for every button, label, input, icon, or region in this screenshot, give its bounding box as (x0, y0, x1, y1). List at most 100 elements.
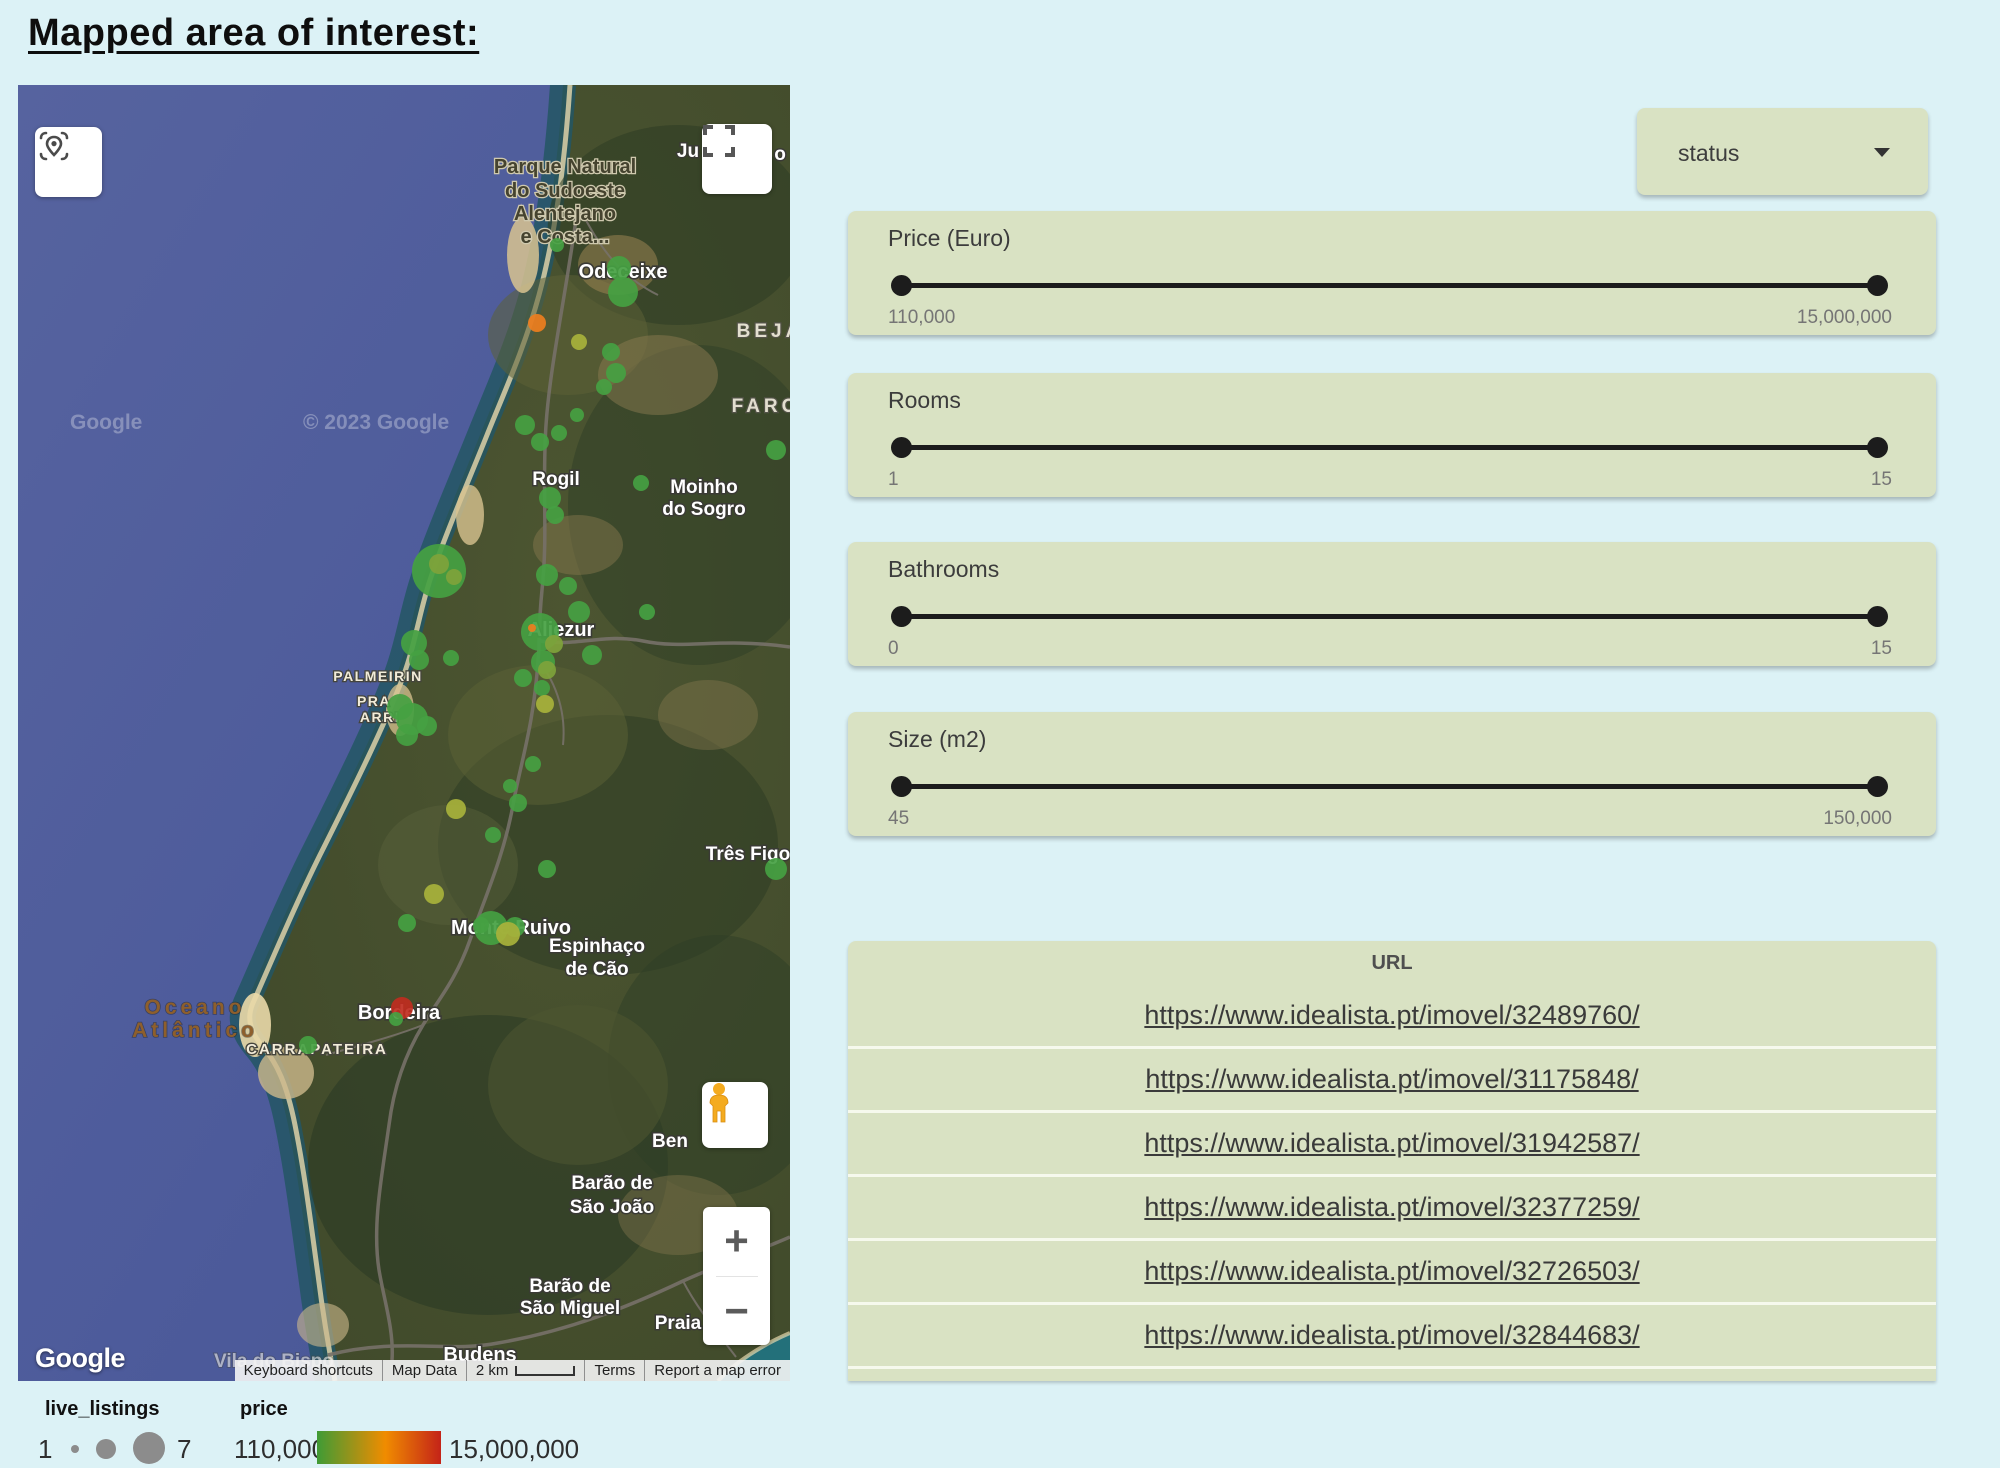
table-row: https://www.idealista.pt/imovel/32489760… (848, 985, 1936, 1046)
map-label: PALMEIRIN (333, 668, 422, 684)
listing-marker[interactable] (531, 433, 549, 451)
listing-marker[interactable] (534, 680, 550, 696)
listing-marker[interactable] (536, 695, 554, 713)
map-label: Oceano (144, 996, 245, 1019)
listing-marker[interactable] (424, 884, 444, 904)
slider-track[interactable] (895, 283, 1884, 288)
listing-marker[interactable] (582, 645, 602, 665)
range-min-label: 110,000 (888, 307, 955, 329)
table-row: https://www.idealista.pt/imovel/32726503… (848, 1238, 1936, 1302)
listing-marker[interactable] (409, 650, 429, 670)
listing-marker[interactable] (550, 238, 564, 252)
slider-track[interactable] (895, 445, 1884, 450)
map-data-link[interactable]: Map Data (382, 1360, 466, 1381)
locate-pin-icon (35, 127, 73, 165)
listing-marker[interactable] (596, 379, 612, 395)
listing-marker[interactable] (514, 669, 532, 687)
map-label: Moinho (670, 477, 738, 498)
map-label: do Sogro (662, 499, 745, 520)
slider-track[interactable] (895, 784, 1884, 789)
listing-marker[interactable] (551, 425, 567, 441)
listing-marker[interactable] (765, 858, 787, 880)
filter-label: Price (Euro) (888, 225, 1011, 252)
map-label: Google (70, 411, 142, 434)
listing-marker[interactable] (602, 343, 620, 361)
size-range-slider[interactable] (895, 781, 1884, 791)
filter-card-rooms: Rooms 1 15 (848, 373, 1936, 497)
bathrooms-range-slider[interactable] (895, 611, 1884, 621)
listing-marker[interactable] (417, 716, 437, 736)
listing-marker[interactable] (396, 724, 418, 746)
listing-marker[interactable] (570, 408, 584, 422)
slider-handle-max[interactable] (1867, 606, 1888, 627)
keyboard-shortcuts-link[interactable]: Keyboard shortcuts (235, 1360, 382, 1381)
listing-marker[interactable] (633, 475, 649, 491)
listing-marker[interactable] (639, 604, 655, 620)
zoom-out-button[interactable]: − (703, 1277, 770, 1346)
slider-handle-min[interactable] (891, 776, 912, 797)
listing-marker[interactable] (389, 1012, 403, 1026)
listing-link[interactable]: https://www.idealista.pt/imovel/32844683… (1144, 1320, 1639, 1351)
listing-marker[interactable] (503, 779, 517, 793)
size-legend-title: live_listings (45, 1398, 160, 1421)
table-row: https://www.idealista.pt/imovel/32377259… (848, 1174, 1936, 1238)
price-legend-title: price (240, 1398, 288, 1421)
listing-marker[interactable] (766, 440, 786, 460)
listing-marker[interactable] (559, 577, 577, 595)
listing-link[interactable]: https://www.idealista.pt/imovel/31175848… (1145, 1064, 1638, 1095)
map-attribution-bar: Keyboard shortcuts Map Data 2 km Terms R… (235, 1360, 790, 1381)
listing-marker[interactable] (538, 860, 556, 878)
slider-handle-max[interactable] (1867, 275, 1888, 296)
listing-marker[interactable] (528, 624, 536, 632)
slider-handle-min[interactable] (891, 606, 912, 627)
listing-marker[interactable] (446, 569, 462, 585)
listing-marker[interactable] (398, 914, 416, 932)
listing-marker[interactable] (525, 756, 541, 772)
report-map-error-link[interactable]: Report a map error (644, 1360, 790, 1381)
listing-marker[interactable] (429, 554, 449, 574)
listing-marker[interactable] (545, 635, 563, 653)
slider-handle-max[interactable] (1867, 776, 1888, 797)
map-label: o (774, 144, 786, 165)
listing-marker[interactable] (538, 661, 556, 679)
listing-marker[interactable] (539, 487, 561, 509)
listing-marker[interactable] (571, 334, 587, 350)
slider-handle-min[interactable] (891, 275, 912, 296)
listing-link[interactable]: https://www.idealista.pt/imovel/32726503… (1144, 1256, 1639, 1287)
listing-marker[interactable] (607, 256, 631, 280)
range-max-label: 150,000 (1823, 808, 1892, 830)
listing-marker[interactable] (509, 794, 527, 812)
table-row: https://www.idealista.pt/imovel/32844683… (848, 1302, 1936, 1366)
listing-marker[interactable] (536, 564, 558, 586)
listing-link[interactable]: https://www.idealista.pt/imovel/32489760… (1144, 1000, 1639, 1031)
listing-marker[interactable] (606, 363, 626, 383)
terms-link[interactable]: Terms (584, 1360, 644, 1381)
listing-marker[interactable] (608, 277, 638, 307)
listing-link[interactable]: https://www.idealista.pt/imovel/32377259… (1144, 1192, 1639, 1223)
listing-marker[interactable] (515, 415, 535, 435)
pegman-streetview-button[interactable] (702, 1082, 768, 1148)
price-gradient-bar (317, 1431, 441, 1464)
status-dropdown[interactable]: status (1637, 108, 1928, 195)
listing-marker[interactable] (528, 314, 546, 332)
price-range-slider[interactable] (895, 280, 1884, 290)
map-label: São Miguel (520, 1298, 620, 1319)
listing-marker[interactable] (443, 650, 459, 666)
scale-indicator: 2 km (466, 1360, 585, 1381)
listing-marker[interactable] (496, 922, 520, 946)
zoom-in-button[interactable]: + (703, 1207, 770, 1276)
fullscreen-button[interactable] (702, 124, 772, 194)
map-canvas[interactable]: Parque Naturaldo SudoesteAlentejanoe Cos… (18, 85, 790, 1381)
slider-handle-min[interactable] (891, 437, 912, 458)
locate-area-button[interactable] (35, 127, 102, 197)
listing-marker[interactable] (446, 799, 466, 819)
listing-link[interactable]: https://www.idealista.pt/imovel/31942587… (1144, 1128, 1639, 1159)
listing-marker[interactable] (568, 601, 590, 623)
listing-marker[interactable] (546, 506, 564, 524)
slider-handle-max[interactable] (1867, 437, 1888, 458)
listing-marker[interactable] (299, 1036, 317, 1054)
rooms-range-slider[interactable] (895, 442, 1884, 452)
listing-marker[interactable] (485, 827, 501, 843)
slider-track[interactable] (895, 614, 1884, 619)
map-label: CARRAPATEIRA (246, 1041, 388, 1058)
